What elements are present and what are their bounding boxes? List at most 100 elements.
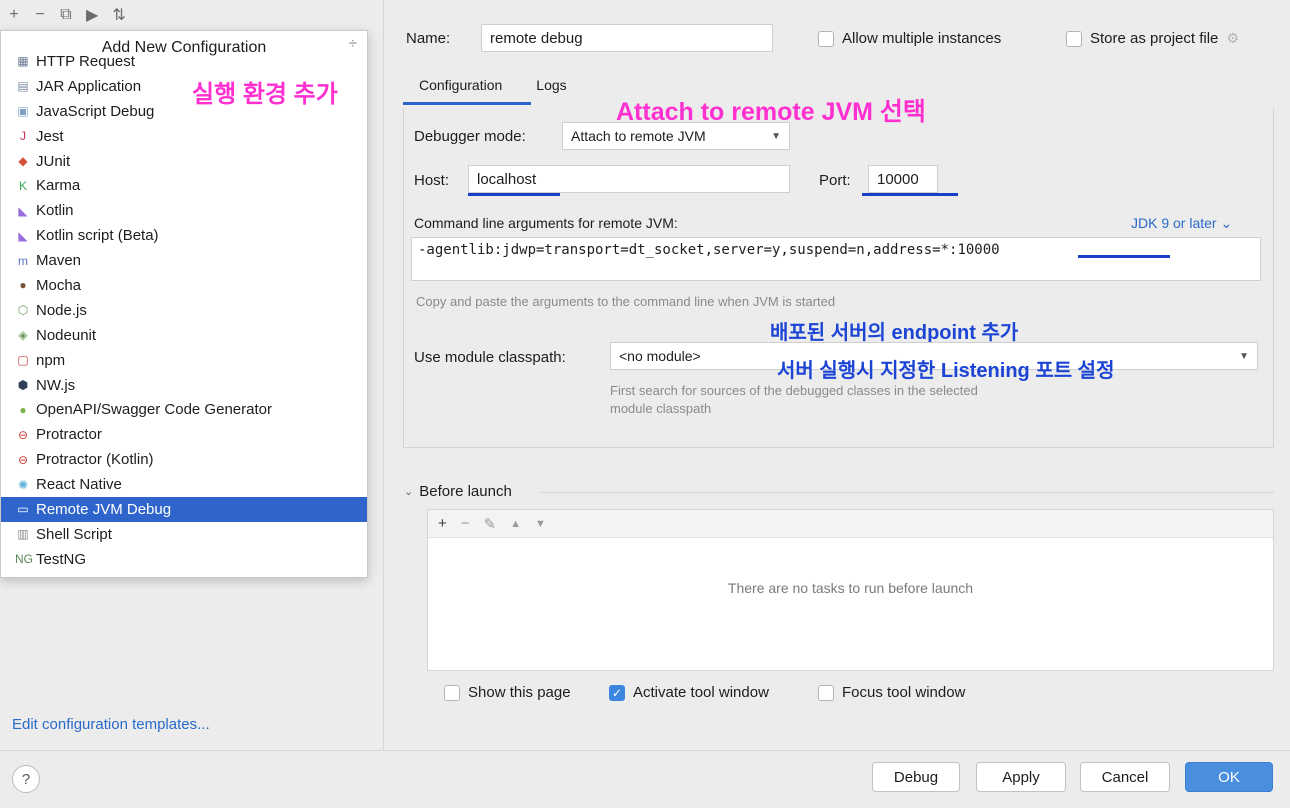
- before-launch-header[interactable]: ⌄ Before launch: [404, 483, 512, 500]
- tab-configuration[interactable]: Configuration: [403, 77, 502, 93]
- config-type-item[interactable]: ▢ npm: [1, 348, 367, 373]
- ok-button[interactable]: OK: [1185, 762, 1273, 792]
- config-type-item[interactable]: m Maven: [1, 248, 367, 273]
- sidebar-toolbar: + − ⧉ ▶ ⇅: [8, 4, 125, 26]
- config-type-item[interactable]: ▦ HTTP Request: [1, 49, 367, 74]
- remove-task-icon[interactable]: −: [461, 515, 470, 532]
- config-type-icon: ◣: [18, 203, 28, 218]
- config-type-item[interactable]: ▭ Remote JVM Debug: [1, 497, 367, 522]
- store-project-option[interactable]: Store as project file ⚙: [1066, 30, 1239, 47]
- config-type-label: HTTP Request: [36, 52, 135, 70]
- config-type-item[interactable]: ⬢ NW.js: [1, 373, 367, 398]
- gear-icon[interactable]: ⚙: [1226, 30, 1239, 47]
- footer-divider: [0, 750, 1290, 751]
- config-type-item[interactable]: ⊖ Protractor: [1, 422, 367, 447]
- config-type-icon: ◣: [18, 228, 28, 243]
- config-type-label: React Native: [36, 476, 122, 494]
- config-type-item[interactable]: K Karma: [1, 173, 367, 198]
- show-page-checkbox[interactable]: [444, 684, 460, 701]
- remove-icon[interactable]: −: [34, 6, 46, 24]
- config-type-label: Remote JVM Debug: [36, 500, 172, 518]
- config-type-item[interactable]: NG TestNG: [1, 547, 367, 572]
- no-tasks-text: There are no tasks to run before launch: [727, 580, 974, 596]
- cancel-button[interactable]: Cancel: [1080, 762, 1170, 792]
- config-type-icon: NG: [15, 552, 33, 567]
- config-type-item[interactable]: ● Mocha: [1, 273, 367, 298]
- jdk-version-link[interactable]: JDK 9 or later ⌄: [1131, 215, 1232, 232]
- show-page-label: Show this page: [468, 684, 571, 701]
- name-label: Name:: [406, 30, 451, 47]
- config-type-item[interactable]: J Jest: [1, 124, 367, 149]
- config-type-item[interactable]: ▥ Shell Script: [1, 522, 367, 547]
- config-type-label: Karma: [36, 177, 81, 195]
- config-type-icon: ●: [19, 278, 27, 293]
- config-type-icon: ●: [19, 402, 27, 417]
- focus-tool-label: Focus tool window: [842, 684, 966, 701]
- allow-multiple-option[interactable]: Allow multiple instances: [818, 30, 1001, 47]
- divider: [541, 492, 1274, 493]
- configuration-type-list: ▦ HTTP Request ▤ JAR Application ▣ JavaScript…: [1, 49, 367, 572]
- config-type-icon: ⬢: [17, 378, 29, 393]
- config-type-item[interactable]: ✺ React Native: [1, 472, 367, 497]
- config-type-item[interactable]: ⊖ Protractor (Kotlin): [1, 447, 367, 472]
- port-input[interactable]: 10000: [868, 165, 938, 193]
- config-type-item[interactable]: ◣ Kotlin script (Beta): [1, 223, 367, 248]
- cmd-args-field[interactable]: -agentlib:jdwp=transport=dt_socket,serve…: [411, 237, 1261, 281]
- active-tab-indicator: [403, 102, 531, 105]
- cmd-args-hint: Copy and paste the arguments to the comm…: [416, 294, 836, 309]
- config-type-label: JAR Application: [36, 77, 142, 95]
- add-icon[interactable]: +: [8, 6, 20, 24]
- store-project-checkbox[interactable]: [1066, 30, 1082, 47]
- move-down-icon[interactable]: ▼: [535, 518, 546, 530]
- folder-icon[interactable]: ▶: [86, 5, 98, 25]
- allow-multiple-checkbox[interactable]: [818, 30, 834, 47]
- debug-button[interactable]: Debug: [872, 762, 960, 792]
- config-type-item[interactable]: ● OpenAPI/Swagger Code Generator: [1, 397, 367, 422]
- edit-task-icon[interactable]: ✎: [484, 515, 497, 533]
- focus-tool-checkbox[interactable]: [818, 684, 834, 701]
- sort-icon[interactable]: ⇅: [112, 5, 125, 25]
- host-label: Host:: [414, 172, 450, 189]
- chevron-down-icon: ▼: [771, 130, 781, 142]
- module-classpath-value: <no module>: [619, 348, 701, 364]
- debugger-mode-select[interactable]: Attach to remote JVM ▼: [562, 122, 790, 150]
- config-type-item[interactable]: ⬡ Node.js: [1, 298, 367, 323]
- show-page-option[interactable]: Show this page: [444, 684, 571, 701]
- cmd-port-underline-annotation: [1078, 255, 1170, 258]
- store-project-label: Store as project file: [1090, 30, 1219, 47]
- apply-button[interactable]: Apply: [976, 762, 1066, 792]
- tab-logs[interactable]: Logs: [536, 77, 566, 93]
- add-task-icon[interactable]: +: [438, 515, 447, 532]
- help-button[interactable]: ?: [12, 765, 40, 793]
- cmd-args-label: Command line arguments for remote JVM:: [414, 215, 678, 231]
- debugger-mode-label: Debugger mode:: [414, 128, 526, 145]
- config-type-label: npm: [36, 351, 66, 369]
- focus-tool-option[interactable]: Focus tool window: [818, 684, 965, 701]
- annotation-port-setting: 서버 실행시 지정한 Listening 포트 설정: [777, 360, 1115, 382]
- host-input[interactable]: localhost: [468, 165, 790, 193]
- activate-tool-label: Activate tool window: [633, 684, 769, 701]
- configurations-sidebar: + − ⧉ ▶ ⇅ Add New Configuration ÷ ▦ HTTP …: [0, 0, 384, 750]
- tab-strip: Configuration Logs: [403, 77, 567, 93]
- config-type-label: OpenAPI/Swagger Code Generator: [36, 401, 272, 419]
- config-type-item[interactable]: ◆ JUnit: [1, 149, 367, 174]
- config-type-label: NW.js: [36, 376, 76, 394]
- config-type-icon: ▥: [17, 527, 29, 542]
- name-input[interactable]: remote debug: [481, 24, 773, 52]
- config-type-icon: ◈: [18, 328, 28, 343]
- config-type-item[interactable]: ◣ Kotlin: [1, 198, 367, 223]
- config-type-label: Jest: [36, 127, 64, 145]
- config-type-icon: ▭: [17, 502, 29, 517]
- activate-tool-checkbox[interactable]: ✓: [609, 684, 625, 701]
- activate-tool-option[interactable]: ✓ Activate tool window: [609, 684, 769, 701]
- copy-icon[interactable]: ⧉: [60, 6, 72, 24]
- before-launch-label: Before launch: [419, 483, 512, 500]
- module-classpath-label: Use module classpath:: [414, 349, 566, 366]
- chevron-down-icon: ▼: [1239, 350, 1249, 362]
- config-type-label: Shell Script: [36, 525, 112, 543]
- edit-templates-link[interactable]: Edit configuration templates...: [12, 716, 210, 733]
- move-up-icon[interactable]: ▲: [510, 518, 521, 530]
- config-type-label: JUnit: [36, 152, 71, 170]
- config-type-icon: ▤: [17, 79, 29, 94]
- config-type-item[interactable]: ◈ Nodeunit: [1, 323, 367, 348]
